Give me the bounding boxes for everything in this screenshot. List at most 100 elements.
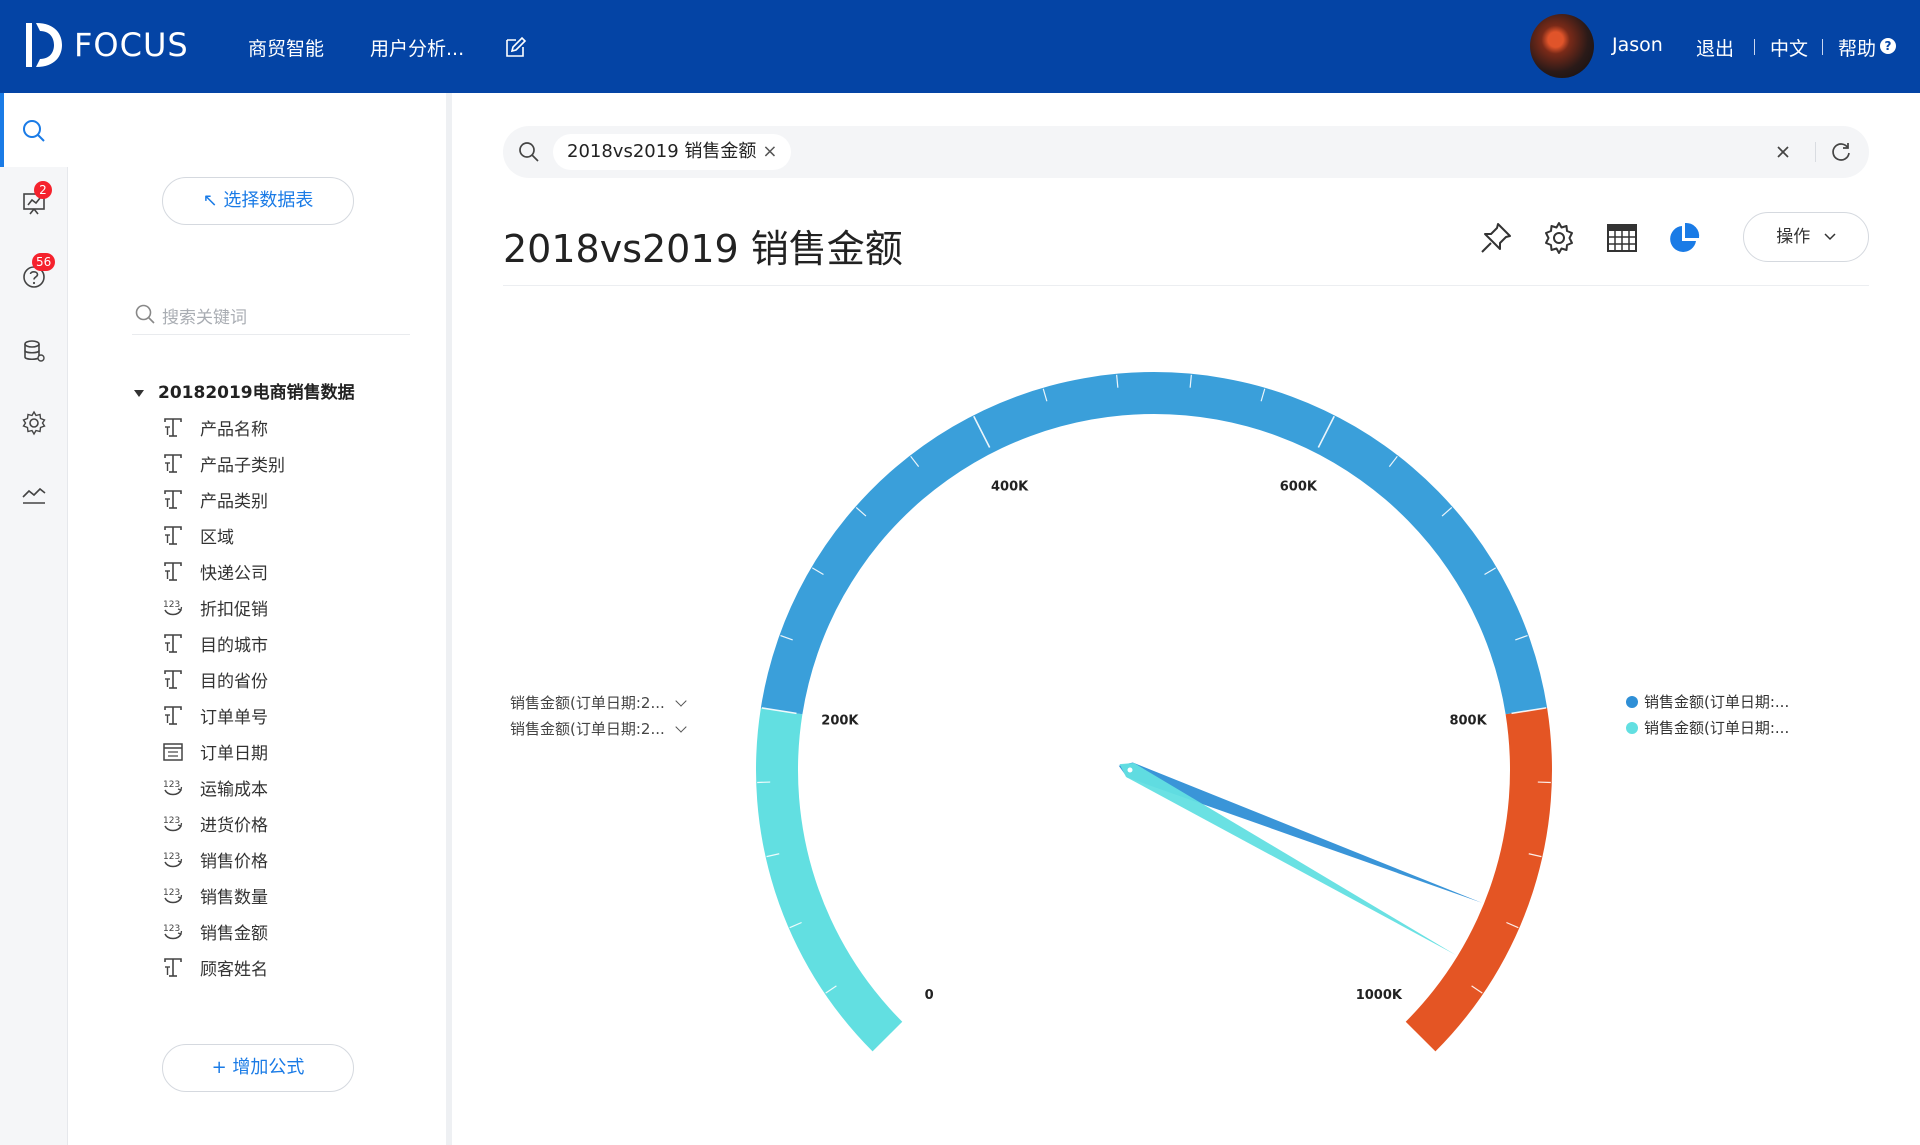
field-label: 产品子类别 xyxy=(200,456,285,476)
chevron-down-icon xyxy=(675,695,687,707)
field-label: 进货价格 xyxy=(200,816,268,836)
gauge-band xyxy=(756,707,903,1052)
operations-dropdown[interactable]: 操作 xyxy=(1743,212,1869,262)
top-bar: FOCUS 商贸智能 用户分析... Jason 退出 中文 帮助 ? xyxy=(0,0,1920,93)
pin-icon[interactable] xyxy=(1478,220,1514,256)
field-label: 顾客姓名 xyxy=(200,960,268,980)
data-panel: ↖ 选择数据表 搜索关键词 20182019电商销售数据 产品名称产品子类别产品… xyxy=(68,93,446,1145)
user-name[interactable]: Jason xyxy=(1612,34,1663,56)
legend-label: 销售金额(订单日期:... xyxy=(1644,719,1790,737)
logout-link[interactable]: 退出 xyxy=(1696,34,1734,61)
field-label: 销售数量 xyxy=(200,888,268,908)
legend-item[interactable]: 销售金额(订单日期:... xyxy=(1626,691,1789,712)
gauge-tick-label: 0 xyxy=(925,988,934,1003)
field-label: 目的省份 xyxy=(200,672,268,692)
text-column-icon xyxy=(164,670,182,689)
gauge-tick-label: 400K xyxy=(991,480,1029,495)
query-search-bar[interactable]: 2018vs2019 销售金额 × xyxy=(503,126,1869,178)
divider xyxy=(503,285,1869,286)
field-label: 产品类别 xyxy=(200,492,268,512)
dataset-node[interactable]: 20182019电商销售数据 xyxy=(134,378,355,403)
query-token[interactable]: 2018vs2019 销售金额 × xyxy=(553,134,792,170)
legend-label: 销售金额(订单日期:... xyxy=(1644,693,1790,711)
number-column-icon: 123 xyxy=(163,780,183,796)
settings-gear-icon[interactable] xyxy=(20,409,48,437)
series-dropdown[interactable]: 销售金额(订单日期:2... xyxy=(510,692,687,713)
divider xyxy=(1754,39,1755,55)
select-table-button[interactable]: ↖ 选择数据表 xyxy=(162,177,354,225)
search-icon[interactable] xyxy=(20,117,48,145)
avatar[interactable] xyxy=(1530,14,1594,78)
pie-chart-icon[interactable] xyxy=(1666,220,1702,256)
help-circle-icon[interactable]: ? xyxy=(1880,38,1896,54)
gauge-tick-label: 1000K xyxy=(1356,988,1403,1003)
language-switch[interactable]: 中文 xyxy=(1770,34,1808,61)
gauge-needle-hub xyxy=(1127,767,1133,773)
refresh-icon[interactable] xyxy=(1829,140,1853,164)
help-link[interactable]: 帮助 xyxy=(1838,34,1876,61)
logo-mark-icon xyxy=(26,23,62,67)
search-icon xyxy=(135,304,155,324)
nav-user-analysis[interactable]: 用户分析... xyxy=(370,34,464,61)
field-label: 目的城市 xyxy=(200,636,268,656)
keyword-search-field[interactable]: 搜索关键词 xyxy=(132,293,410,335)
field-label: 折扣促销 xyxy=(200,600,268,620)
divider xyxy=(1815,142,1816,162)
page-title: 2018vs2019 销售金额 xyxy=(503,227,903,271)
operations-label: 操作 xyxy=(1776,227,1811,247)
logo[interactable]: FOCUS xyxy=(22,20,189,70)
text-column-icon xyxy=(164,706,182,725)
divider xyxy=(1822,39,1823,55)
legend-item[interactable]: 销售金额(订单日期:... xyxy=(1626,717,1789,738)
svg-text:123: 123 xyxy=(163,852,180,862)
text-column-icon xyxy=(164,526,182,545)
legend-dot xyxy=(1626,696,1638,708)
field-label: 销售价格 xyxy=(200,852,268,872)
settings-gear-icon[interactable] xyxy=(1541,220,1577,256)
text-column-icon xyxy=(164,418,182,437)
nav-commerce-intelligence[interactable]: 商贸智能 xyxy=(248,34,324,61)
svg-text:123: 123 xyxy=(163,600,180,610)
brand-name: FOCUS xyxy=(74,26,189,64)
text-column-icon xyxy=(164,634,182,653)
svg-text:123: 123 xyxy=(163,888,180,898)
query-token-label: 2018vs2019 销售金额 xyxy=(567,141,757,162)
field-label: 产品名称 xyxy=(200,420,268,440)
gauge-tick-label: 200K xyxy=(821,713,859,728)
series-dropdown-label: 销售金额(订单日期:2... xyxy=(510,694,665,712)
series-dropdown-label: 销售金额(订单日期:2... xyxy=(510,720,665,738)
database-icon[interactable] xyxy=(20,337,48,365)
table-view-icon[interactable] xyxy=(1604,220,1640,256)
chevron-down-icon xyxy=(1824,233,1836,241)
keyword-search-placeholder: 搜索关键词 xyxy=(162,308,247,328)
clear-icon[interactable] xyxy=(1771,140,1795,164)
number-column-icon: 123 xyxy=(163,816,183,832)
caret-down-icon xyxy=(134,389,144,397)
trend-line-icon[interactable] xyxy=(20,481,48,509)
field-label: 区域 xyxy=(200,528,234,548)
edit-icon[interactable] xyxy=(503,36,527,60)
questions-badge: 56 xyxy=(32,253,56,271)
legend-dot xyxy=(1626,722,1638,734)
series-dropdown[interactable]: 销售金额(订单日期:2... xyxy=(510,718,687,739)
date-column-icon xyxy=(163,743,183,761)
text-column-icon xyxy=(164,562,182,581)
chevron-down-icon xyxy=(675,721,687,733)
token-close-icon[interactable]: × xyxy=(762,141,777,162)
svg-text:123: 123 xyxy=(163,924,180,934)
text-column-icon xyxy=(164,490,182,509)
field-label: 订单日期 xyxy=(200,744,268,764)
gauge-band xyxy=(760,371,1548,715)
gauge-needle xyxy=(1119,763,1456,955)
field-label: 快递公司 xyxy=(200,564,268,584)
gauge-band xyxy=(1405,707,1553,1052)
gauge-chart: 0 200K 400K 600K 800K 1000K xyxy=(756,371,1553,1052)
number-column-icon: 123 xyxy=(163,888,183,904)
gauge-needle xyxy=(1118,762,1483,903)
icon-rail: 2 56 xyxy=(0,93,68,1145)
gauge-tick-label: 800K xyxy=(1449,713,1487,728)
field-label: 销售金额 xyxy=(200,924,268,944)
field-label: 订单单号 xyxy=(200,708,268,728)
search-icon xyxy=(519,142,539,162)
add-formula-button[interactable]: + 增加公式 xyxy=(162,1044,354,1092)
